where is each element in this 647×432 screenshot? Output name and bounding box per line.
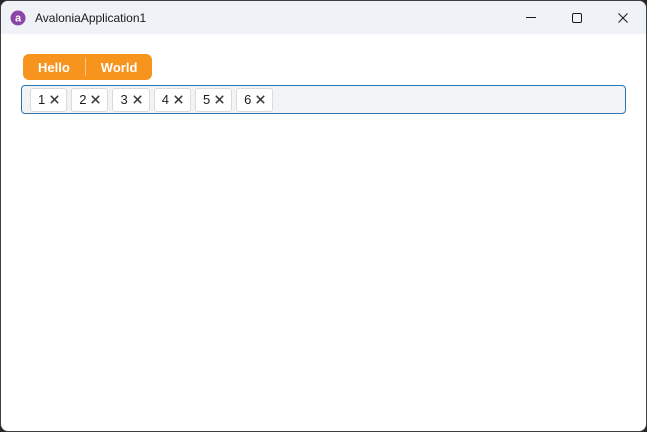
maximize-icon [572, 12, 582, 23]
content-area: Hello World 1 2 3 4 5 6 [1, 34, 646, 114]
tag-remove-button[interactable] [132, 95, 142, 104]
tag-label: 6 [244, 92, 252, 107]
close-x-icon [132, 95, 142, 104]
close-x-icon [215, 95, 224, 104]
close-button[interactable] [600, 1, 646, 34]
tag-label: 2 [79, 92, 87, 107]
avalonia-logo-icon[interactable]: a [10, 10, 26, 26]
titlebar[interactable]: a AvaloniaApplication1 [1, 1, 646, 34]
world-button[interactable]: World [86, 54, 153, 80]
minimize-button[interactable] [508, 1, 554, 34]
tag-label: 5 [202, 92, 211, 107]
hello-world-split-button: Hello World [23, 54, 153, 80]
maximize-button[interactable] [554, 1, 600, 34]
close-x-icon [50, 95, 59, 104]
close-x-icon [174, 95, 183, 104]
tag-remove-button[interactable] [215, 95, 224, 104]
tag-item: 6 [236, 87, 274, 112]
close-x-icon [91, 95, 101, 104]
svg-text:a: a [15, 12, 22, 24]
tag-item: 4 [153, 87, 191, 112]
tag-label: 4 [161, 92, 169, 107]
tag-remove-button[interactable] [91, 95, 101, 104]
tag-remove-button[interactable] [256, 95, 266, 104]
tag-label: 1 [38, 92, 46, 107]
window-controls [508, 1, 646, 34]
tag-item: 5 [194, 87, 233, 112]
close-x-icon [256, 95, 266, 104]
minimize-icon [526, 17, 536, 18]
tag-label: 3 [120, 92, 128, 107]
tag-remove-button[interactable] [50, 95, 59, 104]
tagbox-input[interactable]: 1 2 3 4 5 6 [21, 85, 626, 114]
tag-remove-button[interactable] [174, 95, 183, 104]
app-window: a AvaloniaApplication1 Hello World 1 2 3… [0, 0, 647, 432]
hello-button[interactable]: Hello [23, 54, 85, 80]
tag-item: 3 [112, 87, 150, 112]
window-title: AvaloniaApplication1 [35, 10, 147, 25]
close-icon [618, 12, 628, 23]
tag-item: 2 [71, 87, 109, 112]
tag-item: 1 [30, 87, 68, 112]
